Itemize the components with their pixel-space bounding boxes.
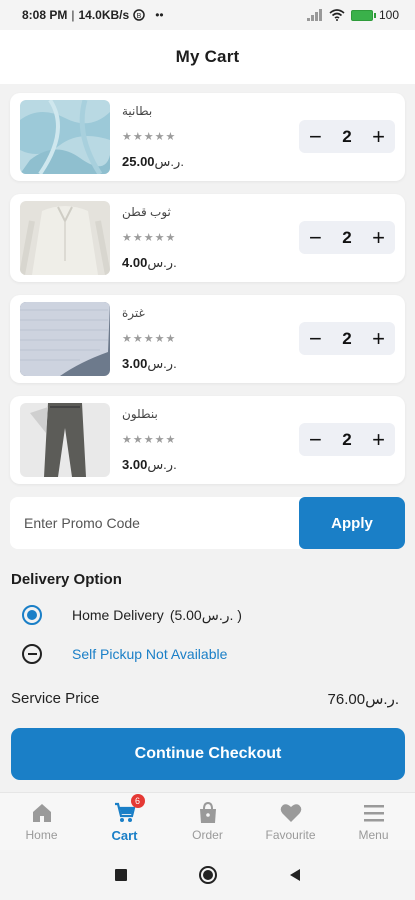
- home-icon: [32, 804, 51, 822]
- item-currency: ر.س.: [147, 457, 177, 472]
- service-price-label: Service Price: [11, 690, 100, 707]
- item-name: بطانية: [122, 104, 153, 118]
- status-bar: 8:08 PM | 14.0KB/s B •• 100: [0, 0, 415, 30]
- item-price: 3.00ر.س.: [122, 356, 177, 371]
- cart-item[interactable]: ثوب قطن ★★★★★ 4.00ر.س. − 2 +: [10, 194, 405, 282]
- quantity-stepper: − 2 +: [299, 120, 395, 153]
- increase-qty-button[interactable]: +: [372, 327, 385, 350]
- page-title: My Cart: [175, 47, 240, 66]
- nav-item-favourite[interactable]: Favourite: [249, 793, 332, 850]
- service-price-row: Service Price 76.00ر.س.: [11, 690, 399, 708]
- nav-item-menu[interactable]: Menu: [332, 793, 415, 850]
- product-image-blanket[interactable]: [20, 100, 110, 174]
- signal-icon: [306, 9, 322, 21]
- nav-label-home: Home: [25, 828, 58, 842]
- data-saver-icon: B: [133, 9, 145, 21]
- product-image-ghutra[interactable]: [20, 302, 110, 376]
- cart-badge: 6: [130, 794, 145, 808]
- home-delivery-option[interactable]: Home Delivery (5.00ر.س. ): [22, 605, 242, 625]
- app-header: My Cart: [0, 30, 415, 84]
- home-delivery-label: Home Delivery: [72, 607, 164, 623]
- nav-item-cart[interactable]: 6 Cart: [83, 793, 166, 850]
- bag-icon: [199, 801, 216, 823]
- product-image-cotton-thobe[interactable]: [20, 201, 110, 275]
- rating-stars: ★★★★★: [122, 433, 177, 446]
- item-price: 25.00ر.س.: [122, 154, 184, 169]
- delivery-option-title: Delivery Option: [11, 571, 122, 588]
- decrease-qty-button[interactable]: −: [309, 428, 322, 451]
- item-name: غترة: [122, 306, 145, 320]
- quantity-stepper: − 2 +: [299, 221, 395, 254]
- svg-text:B: B: [137, 13, 142, 20]
- rating-stars: ★★★★★: [122, 231, 177, 244]
- nav-label-menu: Menu: [358, 828, 389, 842]
- battery-icon: [350, 9, 376, 21]
- nav-label-order: Order: [192, 828, 223, 842]
- item-name: ثوب قطن: [122, 205, 171, 219]
- status-extra: ••: [155, 8, 164, 22]
- product-image-trousers[interactable]: [20, 403, 110, 477]
- promo-code-bar: Apply: [10, 497, 405, 549]
- item-currency: ر.س.: [154, 154, 184, 169]
- cart-item[interactable]: بطانية ★★★★★ 25.00ر.س. − 2 +: [10, 93, 405, 181]
- nav-item-home[interactable]: Home: [0, 793, 83, 850]
- quantity-stepper: − 2 +: [299, 322, 395, 355]
- home-delivery-price: (5.00ر.س. ): [169, 606, 242, 623]
- self-pickup-label: Self Pickup Not Available: [72, 646, 228, 662]
- cart-item[interactable]: بنطلون ★★★★★ 3.00ر.س. − 2 +: [10, 396, 405, 484]
- battery-level: 100: [378, 8, 399, 22]
- item-price: 4.00ر.س.: [122, 255, 177, 270]
- radio-selected-icon[interactable]: [22, 605, 42, 625]
- rating-stars: ★★★★★: [122, 332, 177, 345]
- menu-icon: [363, 805, 384, 822]
- rating-stars: ★★★★★: [122, 130, 177, 143]
- continue-checkout-button[interactable]: Continue Checkout: [11, 728, 405, 780]
- cart-list: بطانية ★★★★★ 25.00ر.س. − 2 + ثوب قطن ★★★…: [10, 93, 405, 497]
- decrease-qty-button[interactable]: −: [309, 125, 322, 148]
- self-pickup-option: Self Pickup Not Available: [22, 644, 227, 664]
- unavailable-icon: [22, 644, 42, 664]
- decrease-qty-button[interactable]: −: [309, 226, 322, 249]
- item-currency: ر.س.: [147, 356, 177, 371]
- service-price-value: 76.00ر.س.: [327, 691, 399, 708]
- increase-qty-button[interactable]: +: [372, 428, 385, 451]
- bottom-nav: Home 6 Cart Order Favourite Menu: [0, 792, 415, 850]
- increase-qty-button[interactable]: +: [372, 125, 385, 148]
- recent-apps-icon[interactable]: [114, 868, 128, 882]
- qty-value: 2: [342, 227, 352, 247]
- wifi-icon: [329, 9, 345, 21]
- heart-icon: [280, 804, 301, 822]
- apply-button[interactable]: Apply: [299, 497, 405, 549]
- promo-code-input[interactable]: [10, 497, 299, 549]
- system-nav-bar: [0, 850, 415, 900]
- nav-item-order[interactable]: Order: [166, 793, 249, 850]
- increase-qty-button[interactable]: +: [372, 226, 385, 249]
- quantity-stepper: − 2 +: [299, 423, 395, 456]
- qty-value: 2: [342, 328, 352, 348]
- back-icon[interactable]: [288, 868, 302, 882]
- qty-value: 2: [342, 429, 352, 449]
- item-price: 3.00ر.س.: [122, 457, 177, 472]
- status-time: 8:08 PM: [22, 8, 68, 22]
- cart-item[interactable]: غترة ★★★★★ 3.00ر.س. − 2 +: [10, 295, 405, 383]
- decrease-qty-button[interactable]: −: [309, 327, 322, 350]
- nav-label-cart: Cart: [111, 828, 138, 843]
- qty-value: 2: [342, 126, 352, 146]
- item-currency: ر.س.: [147, 255, 177, 270]
- home-system-icon[interactable]: [198, 865, 218, 885]
- nav-label-favourite: Favourite: [265, 828, 316, 842]
- item-name: بنطلون: [122, 407, 158, 421]
- status-speed: 14.0KB/s: [78, 8, 130, 22]
- status-divider: |: [71, 8, 75, 22]
